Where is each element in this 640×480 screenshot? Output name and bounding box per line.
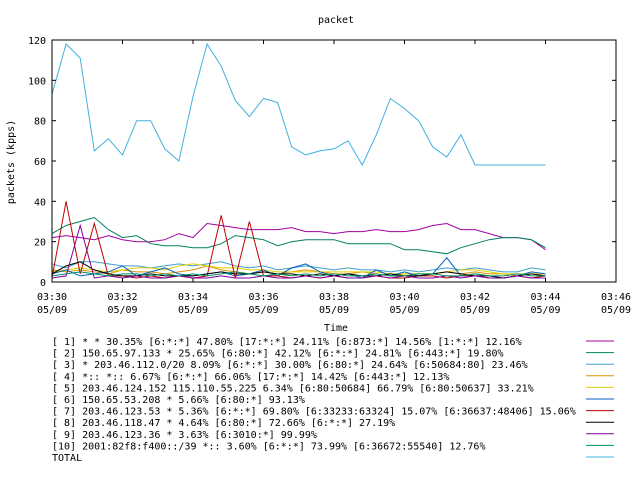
legend: [ 1] * * 30.35% [6:*:*] 47.80% [17:*:*] …: [52, 337, 614, 464]
x-tick-time-label: 03:34: [178, 292, 208, 303]
y-axis-label: packets (kpps): [6, 120, 17, 204]
legend-label: [ 1] * * 30.35% [6:*:*] 47.80% [17:*:*] …: [52, 337, 522, 348]
x-tick-time-label: 03:36: [248, 292, 278, 303]
x-tick-time-label: 03:44: [530, 292, 560, 303]
legend-label: [ 9] 203.46.123.36 * 3.63% [6:3010:*] 99…: [52, 430, 317, 441]
y-ticks: 0 20 40 60 80 100 120: [28, 36, 616, 289]
x-ticks: 03:30 05/09 03:32 05/09 03:34 05/09 03:36 05/09…: [37, 40, 631, 316]
legend-label: [ 4] *:: *:: 6.67% [6:*:*] 66.06% [17:*:…: [52, 372, 449, 383]
legend-label: [ 8] 203.46.118.47 * 4.64% [6:80:*] 72.6…: [52, 418, 395, 429]
legend-label: [ 3] * 203.46.112.0/20 8.09% [6:*:*] 30.…: [52, 360, 528, 371]
x-tick-date-label: 05/09: [601, 305, 631, 316]
legend-label: [ 7] 203.46.123.53 * 5.36% [6:*:*] 69.80…: [52, 407, 576, 418]
x-tick-date-label: 05/09: [248, 305, 278, 316]
x-tick-date-label: 05/09: [37, 305, 67, 316]
legend-label: [ 6] 150.65.53.208 * 5.66% [6:80:*] 93.1…: [52, 395, 305, 406]
x-tick-time-label: 03:38: [319, 292, 349, 303]
x-tick-date-label: 05/09: [107, 305, 137, 316]
chart: packet packets (kpps) Time 0 20 40 60 80 100 1…: [6, 15, 631, 464]
y-tick-label: 40: [34, 197, 46, 208]
series-line-11: [51, 42, 546, 167]
plot-frame: [51, 39, 617, 283]
x-tick-date-label: 05/09: [319, 305, 349, 316]
x-tick-date-label: 05/09: [178, 305, 208, 316]
legend-label: [10] 2001:82f8:f400::/39 *:: 3.60% [6:*:…: [52, 441, 485, 452]
x-axis-label: Time: [324, 323, 348, 334]
y-tick-label: 0: [40, 278, 46, 289]
x-tick-time-label: 03:32: [107, 292, 137, 303]
x-tick-time-label: 03:42: [460, 292, 490, 303]
chart-title: packet: [318, 15, 354, 26]
y-tick-label: 120: [28, 36, 46, 47]
x-tick-time-label: 03:46: [601, 292, 631, 303]
legend-label: [ 2] 150.65.97.133 * 25.65% [6:80:*] 42.…: [52, 349, 504, 360]
x-tick-time-label: 03:30: [37, 292, 67, 303]
y-tick-label: 60: [34, 157, 46, 168]
x-tick-date-label: 05/09: [460, 305, 490, 316]
y-tick-label: 20: [34, 238, 46, 249]
x-tick-time-label: 03:40: [389, 292, 419, 303]
legend-label: TOTAL: [52, 453, 82, 464]
x-tick-date-label: 05/09: [389, 305, 419, 316]
x-tick-date-label: 05/09: [530, 305, 560, 316]
y-tick-label: 100: [28, 76, 46, 87]
series-line-2: [51, 216, 546, 255]
legend-label: [ 5] 203.46.124.152 115.110.55.225 6.34%…: [52, 383, 534, 394]
y-tick-label: 80: [34, 117, 46, 128]
series-layer: [51, 42, 546, 279]
